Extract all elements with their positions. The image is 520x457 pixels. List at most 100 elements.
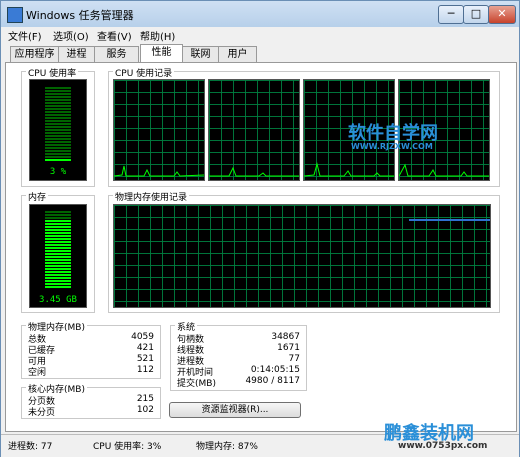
cpu-meter-segment — [45, 117, 71, 119]
memory-meter-segment — [45, 247, 71, 249]
cpu-meter-segment — [45, 87, 71, 89]
cpu-meter-segment — [45, 111, 71, 113]
memory-meter-segment — [45, 265, 71, 267]
memory-meter-segment — [45, 217, 71, 219]
cpu-core-2-graph — [208, 79, 300, 181]
stat-label: 空闲 — [28, 368, 47, 378]
cpu-meter-segment — [45, 150, 71, 152]
memory-meter-segment — [45, 259, 71, 261]
cpu-usage-group: CPU 使用率 3 % — [21, 66, 95, 187]
cpu-meter-segment — [45, 123, 71, 125]
kernel-memory-group: 核心内存(MB) 分页数 215 未分页 102 — [21, 382, 161, 419]
cpu-history-group: CPU 使用记录 — [108, 66, 500, 187]
memory-meter-segment — [45, 229, 71, 231]
cpu-meter-segment — [45, 126, 71, 128]
stat-label: 提交(MB) — [177, 379, 216, 389]
system-group: 系统 句柄数 34867 线程数 1671 进程数 77 开机时间 0:14:0… — [170, 320, 307, 391]
memory-meter-segment — [45, 235, 71, 237]
cpu-meter-segment — [45, 135, 71, 137]
tab-networking[interactable]: 联网 — [182, 46, 219, 62]
cpu-meter-segment — [45, 153, 71, 155]
menu-bar: 文件(F) 选项(O) 查看(V) 帮助(H) — [1, 27, 519, 43]
cpu-meter-segment — [45, 93, 71, 95]
physical-memory-group: 物理内存(MB) 总数 4059 已缓存 421 可用 521 空闲 112 — [21, 320, 161, 379]
cpu-meter-segment — [45, 132, 71, 134]
cpu-meter-segment — [45, 129, 71, 131]
cpu-core-1-graph — [113, 79, 205, 181]
memory-meter-segment — [45, 226, 71, 228]
memory-meter-segment — [45, 268, 71, 270]
performance-panel: CPU 使用率 3 % CPU 使用记录 内存 3.45 GB 物理内存使用记录… — [5, 62, 517, 432]
stat-value: 421 — [136, 343, 154, 353]
tab-applications[interactable]: 应用程序 — [10, 46, 59, 62]
stat-value: 521 — [136, 354, 154, 364]
memory-meter-graphic: 3.45 GB — [39, 211, 77, 305]
cpu-meter-segment — [45, 108, 71, 110]
cpu-meter-segment — [45, 159, 71, 161]
memory-meter-segment — [45, 283, 71, 285]
menu-file[interactable]: 文件(F) — [8, 28, 42, 43]
cpu-meter-segment — [45, 90, 71, 92]
cpu-usage-meter: 3 % — [29, 79, 87, 181]
cpu-meter-segment — [45, 114, 71, 116]
menu-view[interactable]: 查看(V) — [97, 28, 132, 43]
memory-meter-segment — [45, 241, 71, 243]
memory-meter-segment — [45, 280, 71, 282]
stat-value: 4059 — [131, 332, 154, 342]
menu-options[interactable]: 选项(O) — [53, 28, 89, 43]
memory-history-graph — [113, 204, 491, 308]
stat-value: 4980 / 8117 — [245, 376, 300, 386]
window-title: Windows 任务管理器 — [26, 9, 134, 22]
memory-meter-segment — [45, 271, 71, 273]
memory-meter-segment — [45, 274, 71, 276]
memory-history-group: 物理内存使用记录 — [108, 190, 500, 313]
tab-services[interactable]: 服务 — [94, 46, 139, 62]
cpu-history-label: CPU 使用记录 — [113, 66, 175, 79]
cpu-meter-segment — [45, 147, 71, 149]
cpu-meter-segment — [45, 99, 71, 101]
cpu-meter-graphic: 3 % — [45, 87, 71, 177]
stat-value: 34867 — [271, 332, 300, 342]
memory-meter-segment — [45, 220, 71, 222]
memory-meter-segment — [45, 238, 71, 240]
cpu-meter-segment — [45, 102, 71, 104]
memory-meter-segment — [45, 262, 71, 264]
cpu-usage-value: 3 % — [50, 167, 67, 177]
memory-history-label: 物理内存使用记录 — [113, 190, 190, 203]
cpu-meter-segment — [45, 141, 71, 143]
title-bar: Windows 任务管理器 ─ □ ✕ — [1, 1, 519, 27]
memory-meter-segment — [45, 244, 71, 246]
tab-bar: 应用程序 进程 服务 性能 联网 用户 — [1, 44, 519, 63]
watermark-top-url: WWW.RJZXW.COM — [351, 142, 433, 151]
memory-meter-segment — [45, 211, 71, 213]
status-cpu: CPU 使用率: 3% — [93, 442, 162, 452]
tab-processes[interactable]: 进程 — [58, 46, 95, 62]
memory-meter-segment — [45, 232, 71, 234]
cpu-meter-segment — [45, 138, 71, 140]
memory-meter-segment — [45, 250, 71, 252]
memory-meter-segment — [45, 223, 71, 225]
memory-label: 内存 — [26, 190, 49, 203]
resource-monitor-button[interactable]: 资源监视器(R)... — [169, 402, 301, 418]
tab-users[interactable]: 用户 — [218, 46, 257, 62]
tab-performance[interactable]: 性能 — [140, 44, 183, 63]
memory-usage-value: 3.45 GB — [39, 295, 77, 305]
watermark-bottom-url: www.0753px.com — [398, 441, 488, 451]
cpu-meter-segment — [45, 105, 71, 107]
cpu-meter-segment — [45, 156, 71, 158]
maximize-button[interactable]: □ — [463, 5, 489, 24]
status-memory: 物理内存: 87% — [196, 442, 258, 452]
stat-label: 未分页 — [28, 408, 56, 418]
memory-meter-segment — [45, 286, 71, 288]
memory-meter-segment — [45, 256, 71, 258]
close-button[interactable]: ✕ — [488, 5, 516, 24]
stat-value: 215 — [136, 394, 154, 404]
memory-meter-segment — [45, 277, 71, 279]
memory-group: 内存 3.45 GB — [21, 190, 95, 313]
task-manager-window: Windows 任务管理器 ─ □ ✕ 文件(F) 选项(O) 查看(V) 帮助… — [0, 0, 520, 457]
memory-meter-segment — [45, 214, 71, 216]
menu-help[interactable]: 帮助(H) — [140, 28, 175, 43]
stat-value: 77 — [288, 354, 300, 364]
memory-meter: 3.45 GB — [29, 204, 87, 308]
minimize-button[interactable]: ─ — [438, 5, 464, 24]
